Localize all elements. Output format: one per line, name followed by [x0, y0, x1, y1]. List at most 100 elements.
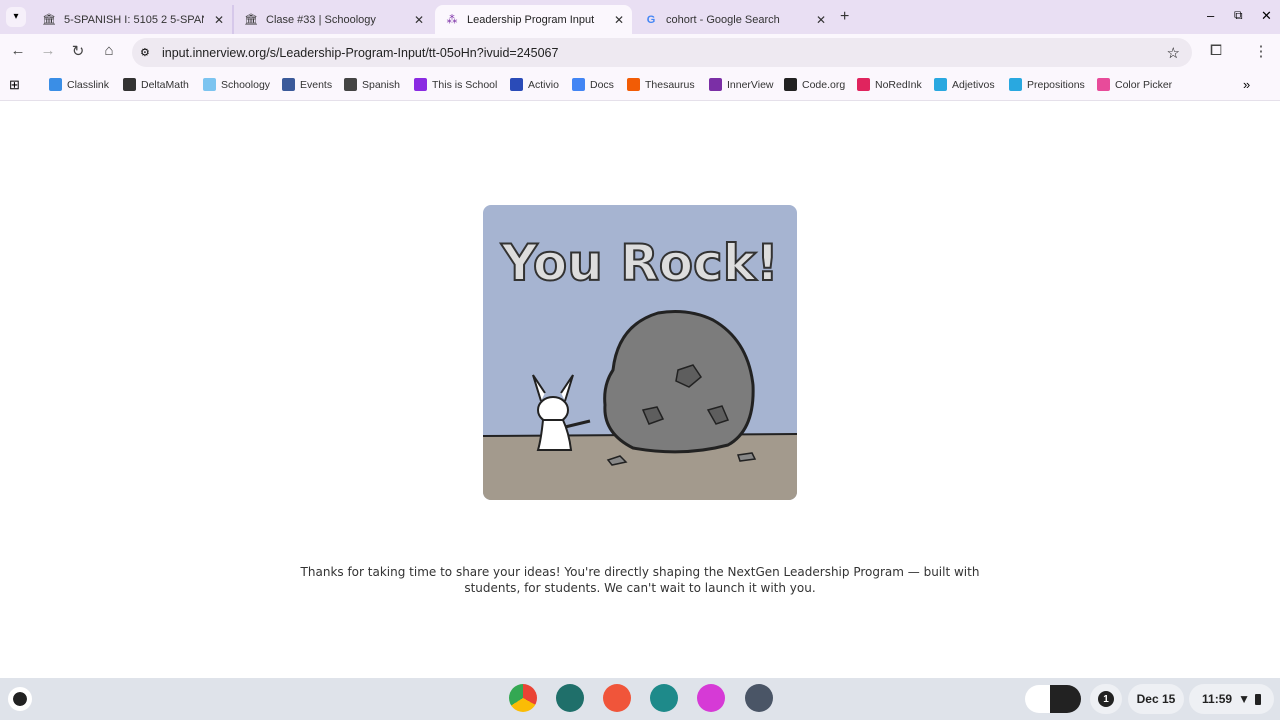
canvas-app-icon[interactable]: [603, 684, 631, 712]
bookmark-favicon-icon: [709, 78, 722, 91]
bookmark-label: This is School: [432, 78, 498, 91]
site-info-icon[interactable]: ⚙: [140, 46, 150, 59]
tab-spanish[interactable]: 🏛 5-SPANISH I: 5105 2 5-SPANISH ✕: [32, 5, 232, 34]
bookmark-schoology[interactable]: Schoology: [203, 78, 270, 91]
innerview-icon: ⁂: [446, 14, 458, 26]
back-button[interactable]: ←: [7, 42, 29, 59]
home-button[interactable]: ⌂: [98, 42, 120, 59]
bookmark-thesaurus[interactable]: Thesaurus: [627, 78, 695, 91]
new-tab-button[interactable]: +: [840, 8, 849, 26]
bookmark-favicon-icon: [784, 78, 797, 91]
message-line-2: students, for students. We can't wait to…: [464, 581, 816, 595]
extensions-icon[interactable]: ⧠: [1205, 42, 1227, 59]
bookmark-label: DeltaMath: [141, 78, 189, 91]
app-icon[interactable]: [556, 684, 584, 712]
bookmark-favicon-icon: [282, 78, 295, 91]
bookmark-label: Docs: [590, 78, 614, 91]
bookmark-label: Adjetivos: [952, 78, 995, 91]
bookmark-label: Schoology: [221, 78, 271, 91]
bookmark-favicon-icon: [49, 78, 62, 91]
tab-clase[interactable]: 🏛 Clase #33 | Schoology ✕: [232, 5, 432, 34]
address-bar[interactable]: ⚙ input.innerview.org/s/Leadership-Progr…: [132, 38, 1192, 67]
minimize-button[interactable]: –: [1207, 8, 1214, 23]
bookmark-label: NoRedInk: [875, 78, 922, 91]
schoology-icon: 🏛: [42, 14, 56, 26]
time-text: 11:59: [1202, 692, 1233, 706]
bookmark-label: Code.org: [802, 78, 846, 91]
bookmark-favicon-icon: [572, 78, 585, 91]
bookmark-label: InnerView: [727, 78, 774, 91]
more-bookmarks-icon[interactable]: »: [1243, 77, 1250, 92]
bookmark-label: Thesaurus: [645, 78, 695, 91]
restore-button[interactable]: ⧉: [1234, 8, 1243, 23]
bookmark-favicon-icon: [414, 78, 427, 91]
close-icon[interactable]: ✕: [614, 13, 624, 27]
wifi-icon: ▼: [1238, 692, 1250, 706]
app-icon[interactable]: [697, 684, 725, 712]
bookmark-events[interactable]: Events: [282, 78, 332, 91]
tab-title: cohort - Google Search: [666, 13, 780, 26]
bookmark-favicon-icon: [857, 78, 870, 91]
bookmark-favicon-icon: [1009, 78, 1022, 91]
launcher-button[interactable]: [8, 687, 32, 711]
system-shelf: 1 Dec 15 11:59 ▼: [0, 678, 1280, 720]
apps-icon[interactable]: ⊞: [9, 77, 20, 93]
bookmarks-bar: ⊞ Classlink DeltaMath Schoology Events Spani…: [0, 71, 1280, 101]
message-line-1: Thanks for taking time to share your ide…: [300, 565, 980, 579]
you-rock-caption: You Rock!: [500, 234, 779, 292]
bookmark-favicon-icon: [510, 78, 523, 91]
close-icon[interactable]: ✕: [414, 13, 424, 27]
tab-search-button[interactable]: ▾: [6, 7, 26, 27]
bookmark-label: Classlink: [67, 78, 110, 91]
tab-strip: ▾ 🏛 5-SPANISH I: 5105 2 5-SPANISH ✕ 🏛 Cl…: [0, 0, 1280, 34]
status-tray[interactable]: 11:59 ▼: [1189, 684, 1274, 714]
bookmark-innerview[interactable]: InnerView: [709, 78, 774, 91]
bookmark-spanish[interactable]: Spanish: [344, 78, 400, 91]
battery-icon: [1254, 693, 1261, 705]
tab-title: 5-SPANISH I: 5105 2 5-SPANISH: [64, 13, 204, 26]
toolbar: ← → ↻ ⌂ ⚙ input.innerview.org/s/Leadersh…: [0, 34, 1280, 71]
app-icon[interactable]: [650, 684, 678, 712]
date-text: Dec 15: [1136, 692, 1176, 706]
tab-title: Clase #33 | Schoology: [266, 13, 376, 26]
menu-icon[interactable]: ⋮: [1250, 42, 1272, 60]
reload-button[interactable]: ↻: [67, 42, 89, 60]
notification-count: 1: [1098, 691, 1114, 707]
bookmark-label: Spanish: [362, 78, 400, 91]
bookmark-label: Color Picker: [1115, 78, 1173, 91]
bookmark-code-org[interactable]: Code.org: [784, 78, 845, 91]
bookmark-favicon-icon: [203, 78, 216, 91]
schoology-icon: 🏛: [244, 14, 258, 26]
close-icon[interactable]: ✕: [816, 13, 826, 27]
bookmark-docs[interactable]: Docs: [572, 78, 614, 91]
thank-you-message: Thanks for taking time to share your ide…: [280, 564, 1000, 596]
url-text[interactable]: input.innerview.org/s/Leadership-Program…: [162, 46, 558, 60]
bookmark-label: Events: [300, 78, 333, 91]
bookmark-color-picker[interactable]: Color Picker: [1097, 78, 1172, 91]
close-icon[interactable]: ✕: [214, 13, 224, 27]
you-rock-illustration: You Rock!: [483, 205, 797, 500]
chrome-app-icon[interactable]: [509, 684, 537, 712]
bookmark-classlink[interactable]: Classlink: [49, 78, 109, 91]
google-icon: G: [646, 13, 656, 26]
bookmark-noredink[interactable]: NoRedInk: [857, 78, 922, 91]
date-button[interactable]: Dec 15: [1128, 684, 1184, 714]
tab-google[interactable]: G cohort - Google Search ✕: [634, 5, 834, 34]
notification-counter[interactable]: 1: [1090, 684, 1122, 714]
close-window-button[interactable]: ✕: [1261, 8, 1272, 24]
bookmark-label: Prepositions: [1027, 78, 1085, 91]
bookmark-favicon-icon: [344, 78, 357, 91]
bookmark-favicon-icon: [1097, 78, 1110, 91]
bookmark-adjetivos[interactable]: Adjetivos: [934, 78, 995, 91]
bookmark-prepositions[interactable]: Prepositions: [1009, 78, 1085, 91]
forward-button[interactable]: →: [37, 42, 59, 59]
bookmark-favicon-icon: [934, 78, 947, 91]
bookmark-star-icon[interactable]: ☆: [1167, 44, 1180, 62]
tab-leadership[interactable]: ⁂ Leadership Program Input ✕: [435, 5, 632, 34]
settings-app-icon[interactable]: [745, 684, 773, 712]
bookmark-deltamath[interactable]: DeltaMath: [123, 78, 189, 91]
page-content: You Rock! Thanks for taking time to shar…: [0, 102, 1280, 678]
bookmark-this-is-school[interactable]: This is School: [414, 78, 497, 91]
bookmark-activio[interactable]: Activio: [510, 78, 559, 91]
holding-space-thumbnails[interactable]: [1025, 685, 1081, 713]
